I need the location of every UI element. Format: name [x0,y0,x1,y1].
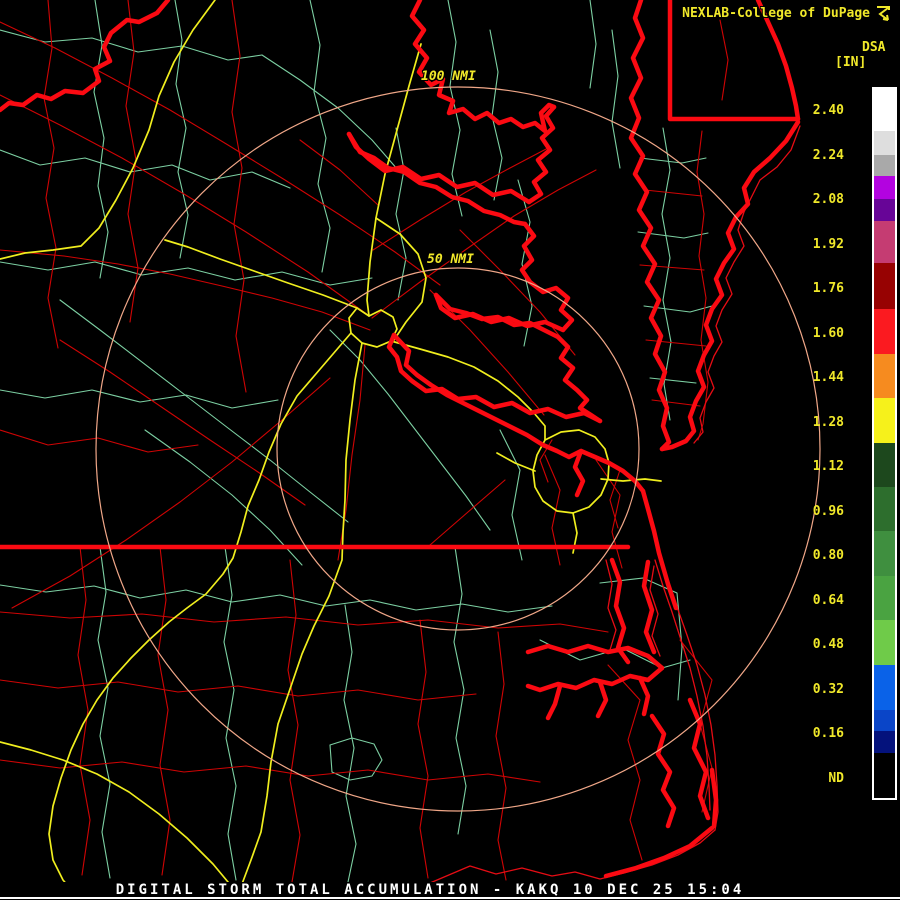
map-layer-coastline-thin [429,125,801,884]
colorbar-tick-label: 0.96 [812,503,844,519]
radar-display: NEXLAB-College of DuPage DSA [IN] 2.40 2.… [0,0,900,900]
colorbar-tick-label: 1.12 [812,459,844,474]
colorbar-band [874,199,895,221]
map-layer-borders-coastlines [0,0,801,879]
radar-map [0,0,821,900]
colorbar-band [874,753,895,798]
colorbar-units: [IN] [835,55,867,70]
range-ring-label-50nmi: 50 NMI [427,252,474,267]
colorbar-tick-label: ND [828,770,844,786]
colorbar-tick-label: 0.16 [812,726,844,741]
map-layer-interstates [0,0,662,900]
product-title: DIGITAL STORM TOTAL ACCUMULATION - KAKQ … [115,882,745,898]
colorbar-tick-label: 1.92 [812,236,844,252]
range-ring-label-100nmi: 100 NMI [421,69,476,84]
colorbar-band [874,620,895,665]
colorbar-band [874,398,895,443]
colorbar-tick-label: 1.60 [812,325,844,341]
nexlab-watermark: NEXLAB-College of DuPage [682,6,870,21]
colorbar-band [874,576,895,620]
colorbar-band [874,221,895,263]
colorbar-tick-label: 1.28 [812,414,844,430]
colorbar-tick-label: 2.24 [812,147,844,163]
colorbar-band [874,309,895,354]
colorbar-tick-label: 0.80 [812,548,844,563]
colorbar-tick-label: 0.48 [812,637,844,652]
colorbar-tick-label: 2.40 [812,103,844,118]
range-ring-50-nmi [276,267,640,631]
colorbar-band [874,665,895,710]
range-ring-100-nmi [95,86,821,812]
colorbar-tick-label: 1.76 [812,281,844,296]
colorbar-band [874,131,895,155]
colorbar-band [874,89,895,131]
bottom-border-line [0,897,900,899]
colorbar-band [874,155,895,176]
colorbar-title: DSA [862,40,886,55]
colorbar-tick-label: 0.32 [812,681,844,697]
colorbar [872,87,897,800]
colorbar-tick-label: 0.64 [812,592,844,608]
colorbar-band [874,263,895,309]
colorbar-tick-label: 2.08 [812,192,844,207]
colorbar-tick-label: 1.44 [812,370,844,385]
colorbar-band [874,710,895,731]
colorbar-band [874,487,895,531]
colorbar-band [874,531,895,576]
colorbar-band [874,443,895,487]
cod-logo-icon [877,6,890,21]
colorbar-band [874,731,895,753]
colorbar-band [874,176,895,199]
colorbar-band [874,354,895,398]
